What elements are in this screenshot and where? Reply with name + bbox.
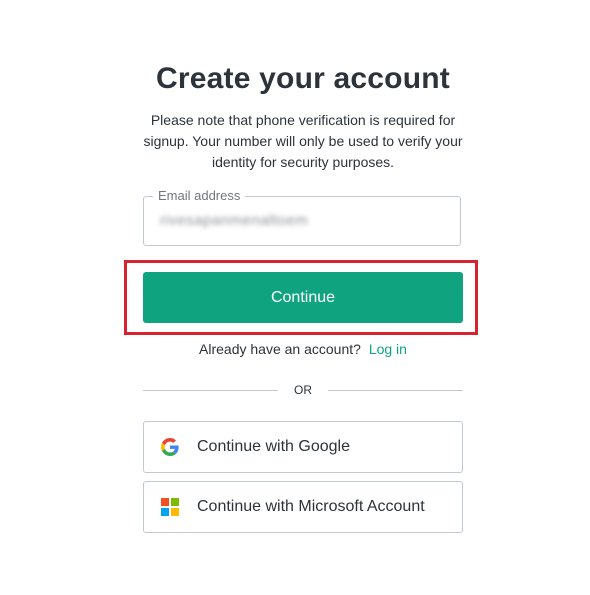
signup-notice: Please note that phone verification is r…: [143, 112, 463, 170]
divider-line-right: [328, 389, 463, 391]
or-divider: OR: [143, 381, 463, 399]
email-label: Email address: [153, 187, 246, 205]
login-link[interactable]: Log in: [369, 341, 407, 357]
microsoft-button-label: Continue with Microsoft Account: [197, 498, 425, 515]
login-prompt: Already have an account?: [199, 341, 361, 357]
google-button-label: Continue with Google: [197, 438, 350, 455]
google-icon: [161, 438, 179, 456]
divider-text: OR: [294, 383, 312, 397]
divider-line-left: [143, 389, 278, 391]
microsoft-button[interactable]: Continue with Microsoft Account: [143, 481, 463, 533]
google-button[interactable]: Continue with Google: [143, 421, 463, 473]
login-row: Already have an account? Log in: [0, 341, 590, 357]
page-title: Create your account: [156, 62, 450, 95]
continue-button[interactable]: Continue: [143, 272, 463, 323]
microsoft-icon: [161, 498, 179, 516]
email-field[interactable]: Email address rivesapanmenaltoem: [143, 187, 461, 246]
email-value[interactable]: rivesapanmenaltoem: [160, 212, 308, 229]
